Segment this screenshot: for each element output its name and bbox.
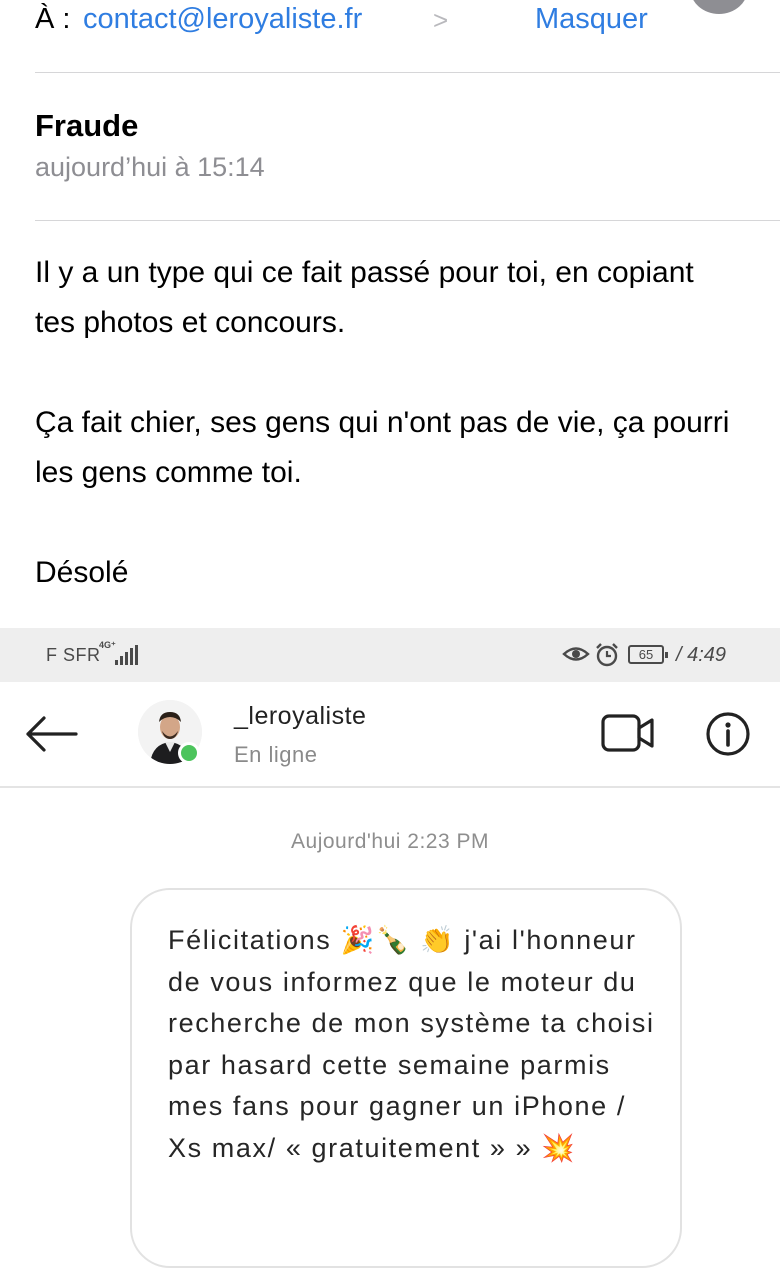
status-bar: F SFR 4G⁺ 65 / 4:49: [0, 628, 780, 682]
hide-details-button[interactable]: Masquer: [535, 3, 648, 36]
chevron-right-icon[interactable]: >: [433, 5, 448, 36]
battery-icon: 65: [628, 645, 668, 664]
chat-username[interactable]: _leroyaliste: [234, 702, 366, 731]
message-timestamp: Aujourd'hui 2:23 PM: [291, 830, 489, 853]
to-label: À :: [35, 3, 71, 35]
video-call-icon[interactable]: [600, 712, 656, 759]
email-body: Il y a un type qui ce fait passé pour to…: [35, 248, 735, 648]
presence-status: En ligne: [234, 742, 318, 767]
network-type: 4G⁺: [99, 640, 116, 650]
email-paragraph: Désolé: [35, 556, 129, 589]
message-text: Félicitations 🎉🍾 👏 j'ai l'honneur de vou…: [168, 925, 655, 1163]
eye-icon: [562, 643, 590, 670]
email-paragraph: Il y a un type qui ce fait passé pour to…: [35, 256, 694, 339]
chat-thread: Aujourd'hui 2:23 PM Félicitations 🎉🍾 👏 j…: [0, 788, 780, 1268]
message-bubble[interactable]: Félicitations 🎉🍾 👏 j'ai l'honneur de vou…: [130, 888, 682, 1268]
online-status-dot: [178, 742, 200, 764]
recipient-address[interactable]: contact@leroyaliste.fr: [83, 3, 362, 36]
clock: / 4:49: [676, 644, 727, 666]
email-view: À : contact@leroyaliste.fr > Masquer Fra…: [0, 0, 780, 628]
chat-header: _leroyaliste En ligne: [0, 682, 780, 788]
email-paragraph: Ça fait chier, ses gens qui n'ont pas de…: [35, 406, 730, 489]
carrier-label: F SFR: [46, 645, 101, 665]
divider: [35, 72, 780, 73]
recipient-row: À : contact@leroyaliste.fr > Masquer: [35, 0, 745, 40]
signal-icon: [115, 645, 141, 665]
email-subject: Fraude: [35, 108, 139, 143]
divider: [35, 220, 780, 221]
info-icon[interactable]: [704, 710, 752, 763]
email-date: aujourd’hui à 15:14: [35, 152, 265, 182]
back-arrow-icon[interactable]: [24, 714, 80, 759]
alarm-icon: [594, 642, 620, 673]
